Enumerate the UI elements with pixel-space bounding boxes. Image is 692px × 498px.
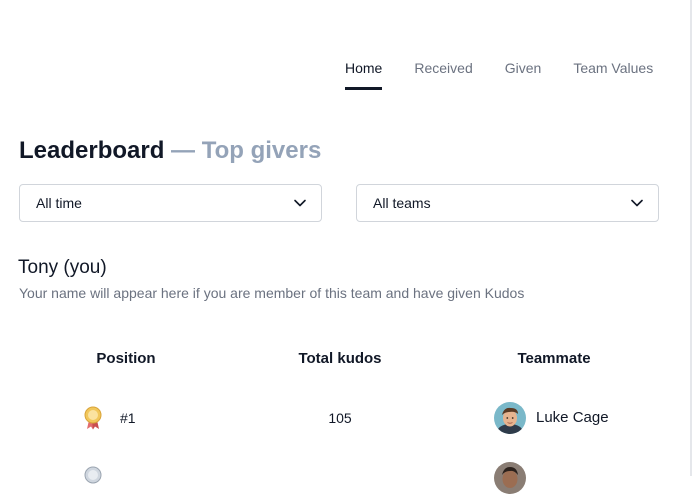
chevron-down-icon bbox=[631, 199, 643, 207]
time-filter-select[interactable]: All time bbox=[19, 184, 322, 222]
gold-medal-icon bbox=[84, 406, 102, 430]
page-title-subtitle: — Top givers bbox=[171, 137, 322, 164]
kudos-count: 105 bbox=[328, 410, 352, 426]
teammate-name[interactable]: Luke Cage bbox=[536, 409, 609, 426]
current-user-note: Your name will appear here if you are me… bbox=[19, 285, 525, 301]
team-filter-select[interactable]: All teams bbox=[356, 184, 659, 222]
chevron-down-icon bbox=[294, 199, 306, 207]
column-header-total-kudos: Total kudos bbox=[298, 350, 382, 367]
rank-label: #1 bbox=[120, 410, 136, 426]
main-nav: Home Received Given Team Values bbox=[345, 60, 653, 90]
tab-home[interactable]: Home bbox=[345, 60, 383, 90]
team-filter-value: All teams bbox=[373, 195, 431, 211]
tab-given[interactable]: Given bbox=[505, 60, 542, 90]
silver-medal-icon bbox=[84, 466, 102, 484]
current-user-name: Tony (you) bbox=[18, 257, 107, 278]
table-row: #1 105 Luke Cage bbox=[0, 398, 692, 438]
column-header-teammate: Teammate bbox=[517, 350, 591, 367]
tab-team-values[interactable]: Team Values bbox=[573, 60, 653, 90]
avatar bbox=[494, 402, 526, 434]
time-filter-value: All time bbox=[36, 195, 82, 211]
avatar bbox=[494, 462, 526, 494]
page-title: Leaderboard — Top givers bbox=[19, 136, 321, 166]
tab-received[interactable]: Received bbox=[414, 60, 472, 90]
table-row bbox=[0, 458, 692, 498]
page-title-main: Leaderboard bbox=[19, 137, 165, 164]
column-header-position: Position bbox=[96, 350, 156, 367]
